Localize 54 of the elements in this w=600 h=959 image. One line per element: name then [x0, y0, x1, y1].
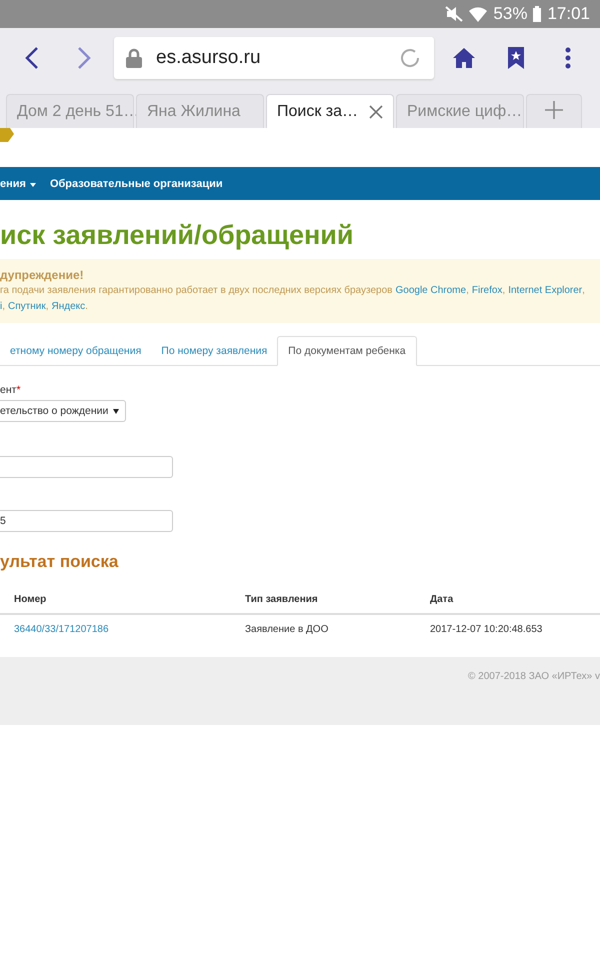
application-link[interactable]: 36440/33/171207186 — [14, 624, 245, 634]
search-tab[interactable]: По документам ребенка — [277, 336, 417, 366]
warning-text: , — [466, 284, 469, 298]
search-tab[interactable]: По номеру заявления — [151, 337, 278, 365]
caret-icon — [113, 408, 119, 414]
battery-icon — [533, 6, 542, 22]
lock-icon — [126, 48, 142, 68]
field-label: ент — [0, 384, 16, 396]
column-header: Тип заявления — [245, 594, 319, 605]
browser-link[interactable]: Google Chrome — [395, 283, 466, 299]
document-select[interactable]: етельство о рождении — [0, 400, 126, 422]
column-header: Дата — [430, 594, 454, 605]
bookmark-icon[interactable] — [508, 47, 524, 69]
close-icon[interactable] — [369, 104, 383, 118]
browser-link[interactable]: Internet Explorer — [508, 283, 582, 299]
browser-tab[interactable]: Дом 2 день 51… — [6, 94, 134, 128]
clock: 17:01 — [547, 4, 590, 24]
back-icon[interactable] — [25, 46, 39, 70]
input-field[interactable]: 5 — [0, 510, 173, 532]
caret-icon — [30, 182, 36, 186]
warning-text: га подачи заявления гарантированно работает в двух последних версиях браузеров — [0, 284, 392, 298]
warning-text: , — [582, 284, 585, 298]
warning-text: . — [85, 300, 88, 314]
nav-link[interactable]: Образовательные организации — [50, 178, 223, 190]
wifi-icon — [469, 6, 488, 22]
warning-title: дупреждение! — [0, 267, 85, 283]
forward-icon[interactable] — [77, 46, 91, 70]
address-bar[interactable]: es.asurso.ru — [114, 37, 434, 79]
mute-icon — [445, 6, 464, 22]
browser-tab[interactable]: Поиск за… — [266, 94, 394, 128]
browser-link[interactable]: Спутник — [8, 299, 46, 315]
results-title: ультат поиска — [0, 552, 120, 572]
column-header: Номер — [14, 594, 48, 605]
reload-icon — [398, 46, 422, 70]
page-title: иск заявлений/обращений — [0, 220, 355, 251]
required-mark: * — [16, 384, 21, 396]
warning-text: , — [46, 300, 48, 314]
copyright: © 2007-2018 ЗАО «ИРТех» v — [468, 671, 600, 684]
browser-link[interactable]: Firefox — [472, 283, 502, 299]
home-icon[interactable] — [453, 48, 475, 68]
browser-link[interactable]: Яндекс — [52, 299, 86, 315]
input-field[interactable] — [0, 456, 173, 478]
browser-link[interactable]: i — [0, 299, 2, 315]
plus-icon[interactable] — [545, 100, 563, 118]
nav-link[interactable]: ения — [0, 178, 36, 190]
warning-text: , — [502, 284, 506, 298]
warning-text: , — [2, 300, 6, 314]
search-tab[interactable]: етному номеру обращения — [0, 337, 152, 365]
menu-icon[interactable] — [565, 47, 571, 69]
browser-tab[interactable]: Яна Жилина — [136, 94, 264, 128]
browser-tab[interactable]: Римские циф… — [396, 94, 524, 128]
battery-percent: 53% — [493, 4, 528, 24]
table-cell-text: Заявление в ДОО — [245, 624, 330, 634]
table-cell-text: 2017-12-07 10:20:48.653 — [430, 624, 544, 634]
